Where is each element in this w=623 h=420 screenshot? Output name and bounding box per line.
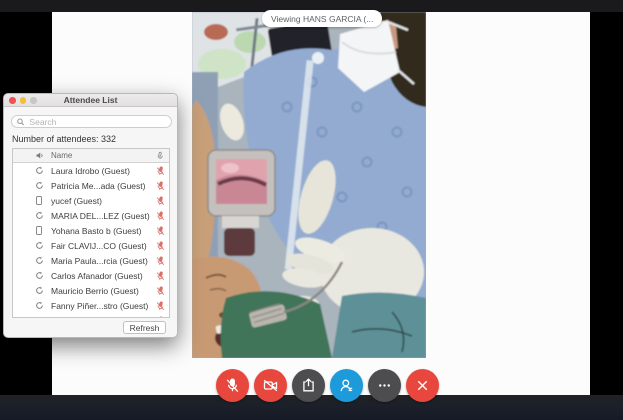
name-column-header: Name — [51, 151, 73, 160]
camera-off-icon — [262, 377, 279, 394]
more-button[interactable] — [368, 369, 401, 402]
attendee-count-label: Number of attendees: 332 — [12, 134, 117, 144]
attendee-table-header: Name — [13, 149, 169, 163]
phone-device-icon — [27, 226, 51, 235]
attendee-row[interactable]: yucef (Guest) — [13, 193, 169, 208]
attendee-window-title: Attendee List — [63, 95, 118, 105]
web-device-icon — [27, 286, 51, 295]
attendee-name: Fair CLAVIJ...CO (Guest) — [51, 240, 147, 251]
web-device-icon — [27, 241, 51, 250]
mic-muted-icon — [151, 211, 169, 221]
attendee-name: Maria Paula...rcia (Guest) — [51, 255, 148, 266]
attendee-search-field[interactable] — [11, 115, 172, 128]
attendee-row[interactable]: Mauricio Berrio (Guest) — [13, 283, 169, 298]
attendee-name: MARIA DEL...LEZ (Guest) — [51, 210, 150, 221]
mic-muted-icon — [151, 196, 169, 206]
mic-muted-icon — [151, 256, 169, 266]
web-device-icon — [27, 211, 51, 220]
mic-muted-icon — [151, 226, 169, 236]
attendee-row[interactable]: Patricia Me...ada (Guest) — [13, 178, 169, 193]
share-button[interactable] — [292, 369, 325, 402]
attendee-name: Carlos Afanador (Guest) — [51, 270, 143, 281]
attendee-name: Laura Idrobo (Guest) — [51, 165, 130, 176]
window-traffic-lights — [9, 97, 37, 104]
viewing-banner: Viewing HANS GARCIA (... — [262, 10, 383, 27]
close-window-button[interactable] — [9, 97, 16, 104]
attendee-list-window[interactable]: Attendee List Number of attendees: 332 N… — [3, 93, 178, 338]
close-x-icon — [414, 377, 431, 394]
mic-muted-icon — [151, 286, 169, 296]
surgery-video-illustration — [192, 12, 426, 358]
mute-button[interactable] — [216, 369, 249, 402]
desktop: Viewing HANS GARCIA (... Attendee List N… — [0, 0, 623, 420]
shared-video-feed — [192, 12, 426, 358]
attendees-button[interactable] — [330, 369, 363, 402]
attendee-icon — [338, 377, 355, 394]
mic-muted-icon — [151, 316, 169, 317]
refresh-button[interactable]: Refresh — [123, 321, 166, 334]
mic-muted-icon — [151, 301, 169, 311]
mic-muted-icon — [151, 271, 169, 281]
meeting-controls — [216, 369, 439, 402]
mic-muted-icon — [224, 377, 241, 394]
attendee-row-partial — [13, 313, 169, 318]
viewing-banner-label: Viewing HANS GARCIA (... — [271, 13, 374, 24]
attendee-table-body[interactable]: Laura Idrobo (Guest) Patricia Me...ada (G… — [13, 163, 169, 318]
attendee-name: Fanny Piñer...stro (Guest) — [51, 300, 149, 311]
mic-muted-icon — [151, 241, 169, 251]
attendee-name: Yohana Basto b (Guest) — [51, 225, 142, 236]
attendee-name: Patricia Me...ada (Guest) — [51, 180, 146, 191]
attendee-name — [51, 316, 151, 318]
web-device-icon — [27, 166, 51, 175]
camera-off-button[interactable] — [254, 369, 287, 402]
attendee-row[interactable]: Carlos Afanador (Guest) — [13, 268, 169, 283]
attendee-name: Mauricio Berrio (Guest) — [51, 285, 139, 296]
attendee-name: yucef (Guest) — [51, 195, 103, 206]
attendee-row[interactable]: Laura Idrobo (Guest) — [13, 163, 169, 178]
web-device-icon — [27, 271, 51, 280]
share-icon — [300, 377, 317, 394]
web-device-icon — [27, 181, 51, 190]
zoom-window-button — [30, 97, 37, 104]
search-input[interactable] — [27, 115, 166, 128]
minimize-window-button[interactable] — [19, 97, 26, 104]
attendee-window-titlebar[interactable]: Attendee List — [4, 94, 177, 107]
attendee-row[interactable]: Fanny Piñer...stro (Guest) — [13, 298, 169, 313]
attendee-table: Name Laura Idrobo (Guest) Patricia Me...a… — [12, 148, 170, 318]
mic-muted-icon — [151, 181, 169, 191]
attendee-row[interactable]: MARIA DEL...LEZ (Guest) — [13, 208, 169, 223]
web-device-icon — [27, 301, 51, 310]
web-device-icon — [27, 316, 51, 317]
web-device-icon — [27, 256, 51, 265]
mic-column-header-icon — [151, 151, 169, 160]
mic-muted-icon — [151, 166, 169, 176]
phone-device-icon — [27, 196, 51, 205]
attendee-row[interactable]: Fair CLAVIJ...CO (Guest) — [13, 238, 169, 253]
leave-button[interactable] — [406, 369, 439, 402]
search-icon — [17, 118, 25, 125]
attendee-row[interactable]: Yohana Basto b (Guest) — [13, 223, 169, 238]
speaker-icon — [27, 151, 51, 160]
attendee-row[interactable]: Maria Paula...rcia (Guest) — [13, 253, 169, 268]
more-dots-icon — [376, 377, 393, 394]
